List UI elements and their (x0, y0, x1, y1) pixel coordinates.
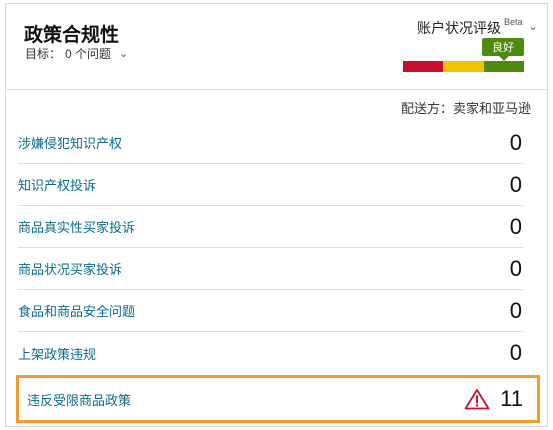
issue-count: 0 (509, 171, 522, 197)
target-selector[interactable]: 目标： 0 个问题 ⌄ (25, 45, 128, 62)
issue-count: 0 (509, 213, 522, 239)
issue-count: 11 (500, 386, 523, 411)
issue-link[interactable]: 涉嫌侵犯知识产权 (18, 133, 122, 152)
chevron-down-icon: ⌄ (119, 48, 129, 60)
beta-badge: Beta (504, 17, 523, 27)
rating-bar-green (483, 61, 524, 72)
list-item: 上架政策违规 0 (18, 332, 524, 374)
card-title: 政策合规性 (24, 25, 120, 46)
rating-scale-bar (403, 61, 524, 72)
rating-bar-yellow (443, 61, 484, 72)
issue-link[interactable]: 上架政策违规 (18, 344, 96, 363)
issue-link[interactable]: 违反受限商品政策 (27, 390, 131, 409)
warning-triangle-icon (464, 388, 490, 410)
list-item: 知识产权投诉 0 (18, 164, 524, 206)
issue-count: 0 (509, 255, 522, 281)
list-item: 涉嫌侵犯知识产权 0 (18, 122, 524, 164)
issue-link[interactable]: 食品和商品安全问题 (18, 301, 135, 320)
highlighted-issue-row: 违反受限商品政策 11 (16, 375, 540, 423)
issue-count: 0 (509, 129, 522, 155)
issue-count: 0 (509, 340, 522, 365)
rating-bar-red (403, 61, 444, 72)
issue-link[interactable]: 知识产权投诉 (18, 175, 96, 194)
account-health-rating-dropdown[interactable]: 账户状况评级 Beta ⌄ (417, 17, 538, 38)
list-item: 商品状况买家投诉 0 (18, 248, 524, 290)
target-value: 0 个问题 (65, 47, 112, 61)
issue-link[interactable]: 商品真实性买家投诉 (18, 217, 135, 236)
target-label: 目标： (25, 47, 62, 61)
policy-issue-list: 涉嫌侵犯知识产权 0 知识产权投诉 0 商品真实性买家投诉 0 商品状况买家投诉… (18, 122, 524, 374)
chevron-down-icon: ⌄ (528, 21, 538, 33)
fulfillment-channel-label: 配送方：卖家和亚马逊 (400, 101, 531, 116)
list-item: 食品和商品安全问题 0 (18, 290, 524, 332)
list-item: 商品真实性买家投诉 0 (18, 206, 524, 248)
card-header: 政策合规性 目标： 0 个问题 ⌄ 账户状况评级 Beta ⌄ 良好 (6, 4, 547, 90)
issue-link[interactable]: 商品状况买家投诉 (18, 259, 122, 278)
issue-count: 0 (509, 297, 522, 323)
rating-status-badge: 良好 (482, 38, 524, 61)
rating-label: 账户状况评级 (417, 20, 501, 36)
